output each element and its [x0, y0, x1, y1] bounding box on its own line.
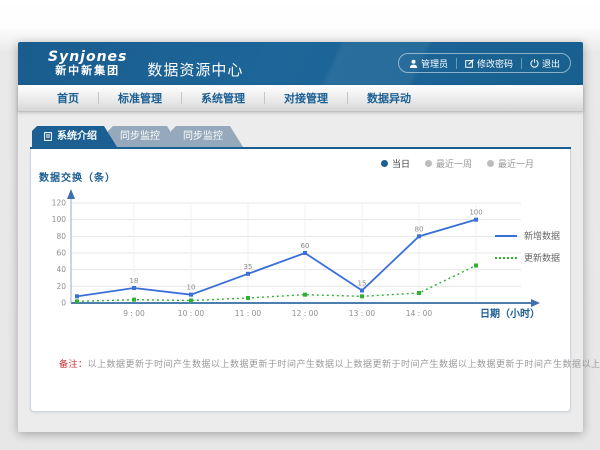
svg-text:10: 10: [187, 284, 196, 292]
logout-button[interactable]: 退出: [530, 57, 560, 70]
line-chart: 0 20 40 60 80 100 120 9 : 00 10 : 00 11 : 00 12 : …: [31, 185, 551, 327]
svg-text:20: 20: [56, 282, 66, 291]
filter-label: 最近一周: [436, 157, 472, 170]
time-range-filter: 当日 最近一周 最近一月: [381, 157, 534, 170]
dotted-line-swatch-icon: [495, 257, 517, 259]
app-header: Synjones 新中新集团 数据资源中心 管理员: [18, 42, 583, 85]
footnote-prefix: 备注：: [59, 360, 88, 370]
svg-text:60: 60: [301, 242, 310, 250]
svg-text:12 : 00: 12 : 00: [292, 309, 319, 318]
tab-sync-monitor-1[interactable]: 同步监控: [108, 126, 180, 147]
document-icon: [44, 132, 52, 141]
footnote-text: 以上数据更新于时间产生数据以上数据更新于时间产生数据以上数据更新于时间产生数据以…: [88, 360, 600, 370]
radio-dot-icon: [487, 160, 494, 167]
radio-dot-icon: [425, 160, 432, 167]
user-button[interactable]: 管理员: [409, 57, 448, 70]
edit-icon: [465, 59, 474, 68]
svg-text:14 : 00: 14 : 00: [406, 309, 433, 318]
chart-panel: 当日 最近一周 最近一月 数据交换（条） 0 20 40 60 80 100 120 9 : …: [30, 149, 571, 412]
svg-text:120: 120: [52, 199, 67, 208]
svg-text:18: 18: [130, 277, 139, 285]
svg-text:10 : 00: 10 : 00: [178, 309, 205, 318]
user-icon: [409, 59, 418, 68]
nav-item-interface-mgmt[interactable]: 对接管理: [265, 90, 347, 106]
main-nav: 首页 标准管理 系统管理 对接管理 数据异动: [18, 85, 583, 112]
svg-text:11 : 00: 11 : 00: [235, 309, 262, 318]
logout-label: 退出: [542, 57, 560, 70]
filter-today[interactable]: 当日: [381, 157, 410, 170]
svg-text:13 : 00: 13 : 00: [349, 309, 376, 318]
series-legend: 新增数据 更新数据: [495, 229, 560, 273]
tab-label: 同步监控: [183, 126, 223, 147]
filter-last-month[interactable]: 最近一月: [487, 157, 534, 170]
logo-text-en: Synjones: [48, 50, 127, 65]
filter-label: 最近一月: [498, 157, 534, 170]
svg-text:15: 15: [358, 280, 367, 288]
svg-text:60: 60: [56, 249, 66, 258]
radio-dot-icon: [381, 160, 388, 167]
power-icon: [530, 59, 539, 68]
svg-text:100: 100: [469, 209, 482, 217]
header-divider: [521, 58, 522, 69]
tab-label: 同步监控: [120, 126, 160, 147]
legend-label: 新增数据: [524, 229, 560, 242]
legend-item-updated-data[interactable]: 更新数据: [495, 251, 560, 264]
logo: Synjones 新中新集团: [48, 50, 127, 76]
change-password-label: 修改密码: [477, 57, 513, 70]
logo-text-cn: 新中新集团: [48, 65, 127, 77]
y-axis-title: 数据交换（条）: [39, 169, 116, 184]
app-window: Synjones 新中新集团 数据资源中心 管理员: [18, 42, 583, 432]
legend-item-new-data[interactable]: 新增数据: [495, 229, 560, 242]
tab-label: 系统介绍: [57, 126, 97, 147]
footnote: 备注：以上数据更新于时间产生数据以上数据更新于时间产生数据以上数据更新于时间产生…: [59, 357, 600, 370]
solid-line-swatch-icon: [495, 235, 517, 237]
nav-item-home[interactable]: 首页: [38, 90, 98, 106]
nav-item-standard-mgmt[interactable]: 标准管理: [99, 90, 181, 106]
filter-label: 当日: [392, 157, 410, 170]
svg-text:9 : 00: 9 : 00: [123, 309, 145, 318]
nav-item-data-change[interactable]: 数据异动: [348, 90, 430, 106]
page-title: 数据资源中心: [147, 59, 243, 80]
svg-text:80: 80: [56, 232, 66, 241]
tab-bar: 系统介绍 同步监控 同步监控: [32, 126, 571, 147]
tab-system-intro[interactable]: 系统介绍: [32, 126, 117, 147]
legend-label: 更新数据: [524, 251, 560, 264]
content-area: 系统介绍 同步监控 同步监控 当日 最近: [18, 112, 583, 412]
svg-text:日期（小时）: 日期（小时）: [480, 307, 540, 320]
svg-text:80: 80: [415, 225, 424, 233]
header-divider: [456, 58, 457, 69]
svg-text:100: 100: [52, 215, 67, 224]
svg-text:35: 35: [244, 263, 253, 271]
header-actions: 管理员 修改密码 退出: [398, 53, 571, 73]
nav-item-system-mgmt[interactable]: 系统管理: [182, 90, 264, 106]
svg-text:0: 0: [61, 299, 66, 308]
user-button-label: 管理员: [421, 57, 448, 70]
tab-sync-monitor-2[interactable]: 同步监控: [171, 126, 243, 147]
change-password-button[interactable]: 修改密码: [465, 57, 513, 70]
filter-last-week[interactable]: 最近一周: [425, 157, 472, 170]
svg-text:40: 40: [56, 265, 66, 274]
